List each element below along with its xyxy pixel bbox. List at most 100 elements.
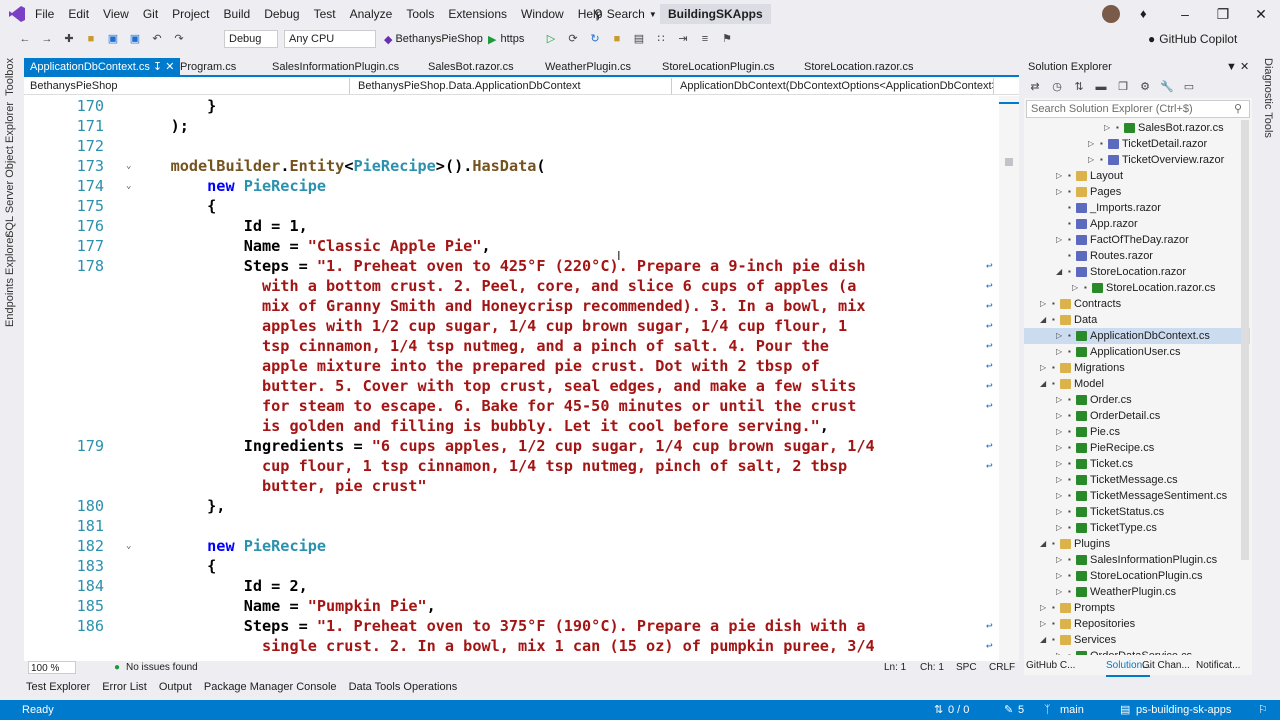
bottom-tab-error-list[interactable]: Error List <box>102 678 147 696</box>
tree-item[interactable]: ◢ ▪ Services <box>1024 632 1250 648</box>
type-navigator[interactable]: BethanysPieShop.Data.ApplicationDbContex… <box>352 78 672 94</box>
solution-panel-tab[interactable]: GitHub C... <box>1026 657 1075 675</box>
chevron-right-icon[interactable]: ▷ <box>1088 152 1094 168</box>
chevron-right-icon[interactable]: ▷ <box>1056 344 1062 360</box>
repo-name[interactable]: ps-building-sk-apps <box>1136 700 1231 720</box>
tree-item[interactable]: ▷ ▪ TicketOverview.razor <box>1024 152 1250 168</box>
chevron-right-icon[interactable]: ▷ <box>1056 328 1062 344</box>
bottom-tab-output[interactable]: Output <box>159 678 192 696</box>
tree-item[interactable]: ▷ ▪ StoreLocation.razor.cs <box>1024 280 1250 296</box>
chevron-right-icon[interactable]: ▷ <box>1088 136 1094 152</box>
chevron-right-icon[interactable]: ▷ <box>1056 440 1062 456</box>
issues-label[interactable]: No issues found <box>126 661 198 675</box>
chevron-right-icon[interactable]: ▷ <box>1056 232 1062 248</box>
configuration-select[interactable]: Debug <box>224 30 278 48</box>
forward-icon[interactable]: → <box>39 31 55 47</box>
menu-git[interactable]: Git <box>136 0 165 28</box>
chevron-right-icon[interactable]: ▷ <box>1104 120 1110 136</box>
tree-item[interactable]: ▪ Routes.razor <box>1024 248 1250 264</box>
tree-item[interactable]: ▷ ▪ Layout <box>1024 168 1250 184</box>
properties-icon[interactable]: 🔧 <box>1159 79 1175 95</box>
line-endings[interactable]: CRLF <box>989 661 1015 675</box>
tree-item[interactable]: ▷ ▪ FactOfTheDay.razor <box>1024 232 1250 248</box>
scrollbar-thumb[interactable] <box>1005 158 1013 166</box>
bottom-tab-package-manager-console[interactable]: Package Manager Console <box>204 678 337 696</box>
pin-icon[interactable]: ↧ <box>150 61 165 73</box>
member-navigator[interactable]: ApplicationDbContext(DbContextOptions<Ap… <box>674 78 994 94</box>
spacing-mode[interactable]: SPC <box>956 661 977 675</box>
git-icon[interactable]: ∷ <box>653 31 669 47</box>
minimize-icon[interactable]: – <box>1166 0 1204 28</box>
save-icon[interactable]: ▣ <box>105 31 121 47</box>
chevron-right-icon[interactable]: ▷ <box>1056 472 1062 488</box>
sql-server-object-explorer-tab[interactable]: SQL Server Object Explorer <box>4 102 16 238</box>
chevron-right-icon[interactable]: ▷ <box>1056 520 1062 536</box>
pending-changes-icon[interactable]: ⇅ <box>1071 79 1087 95</box>
menu-build[interactable]: Build <box>217 0 258 28</box>
tab-storelocation-razor-cs[interactable]: StoreLocation.razor.cs <box>798 58 919 77</box>
tree-item[interactable]: ▷ ▪ Order.cs <box>1024 392 1250 408</box>
filter-icon[interactable]: ⚙ <box>1137 79 1153 95</box>
hot-reload-icon[interactable]: ⟳ <box>565 31 581 47</box>
project-navigator[interactable]: BethanysPieShop <box>24 78 350 94</box>
tab-applicationdbcontext-cs[interactable]: ApplicationDbContext.cs ↧ ✕ <box>24 58 181 77</box>
chevron-right-icon[interactable]: ▷ <box>1056 504 1062 520</box>
avatar[interactable] <box>1102 5 1120 23</box>
notifications-icon[interactable]: ⚐ <box>1258 700 1268 720</box>
chevron-down-icon[interactable]: ◢ <box>1040 536 1046 552</box>
chevron-right-icon[interactable]: ▷ <box>1056 648 1062 655</box>
tab-salesbot-razor-cs[interactable]: SalesBot.razor.cs <box>422 58 520 77</box>
tree-item[interactable]: ▷ ▪ ApplicationDbContext.cs <box>1024 328 1250 344</box>
solution-search-input[interactable]: Search Solution Explorer (Ctrl+$) ⚲ <box>1026 100 1250 118</box>
open-folder-icon[interactable]: ■ <box>83 31 99 47</box>
chevron-right-icon[interactable]: ▷ <box>1056 456 1062 472</box>
menu-analyze[interactable]: Analyze <box>343 0 400 28</box>
tree-item[interactable]: ▷ ▪ Repositories <box>1024 616 1250 632</box>
history-icon[interactable]: ◷ <box>1049 79 1065 95</box>
feedback-icon[interactable]: ♦ <box>1140 6 1147 21</box>
chevron-down-icon[interactable]: ◢ <box>1040 376 1046 392</box>
menu-window[interactable]: Window <box>514 0 571 28</box>
platform-select[interactable]: Any CPU <box>284 30 376 48</box>
undo-icon[interactable]: ↶ <box>149 31 165 47</box>
tree-item[interactable]: ◢ ▪ StoreLocation.razor <box>1024 264 1250 280</box>
close-panel-icon[interactable]: ✕ <box>1240 58 1249 76</box>
close-icon[interactable]: ✕ <box>1242 0 1280 28</box>
layout-icon[interactable]: ▤ <box>631 31 647 47</box>
refresh-icon[interactable]: ↻ <box>587 31 603 47</box>
tree-item[interactable]: ▷ ▪ Migrations <box>1024 360 1250 376</box>
chevron-right-icon[interactable]: ▷ <box>1056 584 1062 600</box>
bottom-tab-test-explorer[interactable]: Test Explorer <box>26 678 90 696</box>
chevron-right-icon[interactable]: ▷ <box>1056 424 1062 440</box>
tab-salesinformationplugin-cs[interactable]: SalesInformationPlugin.cs <box>266 58 405 77</box>
tree-item[interactable]: ▷ ▪ SalesBot.razor.cs <box>1024 120 1250 136</box>
sync-status-icon[interactable]: ⇅ <box>934 700 943 720</box>
tree-item[interactable]: ▷ ▪ TicketType.cs <box>1024 520 1250 536</box>
sync-icon[interactable]: ⇄ <box>1027 79 1043 95</box>
menu-extensions[interactable]: Extensions <box>441 0 514 28</box>
zoom-select[interactable]: 100 % <box>28 661 76 674</box>
tree-item[interactable]: ▷ ▪ TicketStatus.cs <box>1024 504 1250 520</box>
vertical-scrollbar[interactable] <box>999 96 1019 661</box>
tree-item[interactable]: ▪ App.razor <box>1024 216 1250 232</box>
save-all-icon[interactable]: ▣ <box>127 31 143 47</box>
solution-scrollbar[interactable] <box>1241 120 1249 560</box>
fold-chevron-icon[interactable]: ⌄ <box>126 162 134 171</box>
tree-item[interactable]: ▷ ▪ TicketMessage.cs <box>1024 472 1250 488</box>
code-area[interactable]: 170 } 171 ); 172 173 ⌄ modelBuilder.Entity<P… <box>24 96 999 661</box>
folder-icon[interactable]: ■ <box>609 31 625 47</box>
startup-project[interactable]: ◆ BethanysPieShop <box>384 30 483 48</box>
chevron-right-icon[interactable]: ▷ <box>1056 168 1062 184</box>
show-all-icon[interactable]: ❐ <box>1115 79 1131 95</box>
collapse-icon[interactable]: ▬ <box>1093 79 1109 95</box>
chevron-right-icon[interactable]: ▷ <box>1056 552 1062 568</box>
run-button[interactable]: ▶ https <box>488 30 524 48</box>
back-icon[interactable]: ← <box>17 31 33 47</box>
menu-test[interactable]: Test <box>307 0 343 28</box>
tree-item[interactable]: ▷ ▪ OrderDataService.cs <box>1024 648 1250 655</box>
tree-item[interactable]: ◢ ▪ Plugins <box>1024 536 1250 552</box>
tree-item[interactable]: ▷ ▪ StoreLocationPlugin.cs <box>1024 568 1250 584</box>
tree-item[interactable]: ▷ ▪ Contracts <box>1024 296 1250 312</box>
tree-item[interactable]: ▷ ▪ TicketMessageSentiment.cs <box>1024 488 1250 504</box>
menu-file[interactable]: File <box>28 0 61 28</box>
